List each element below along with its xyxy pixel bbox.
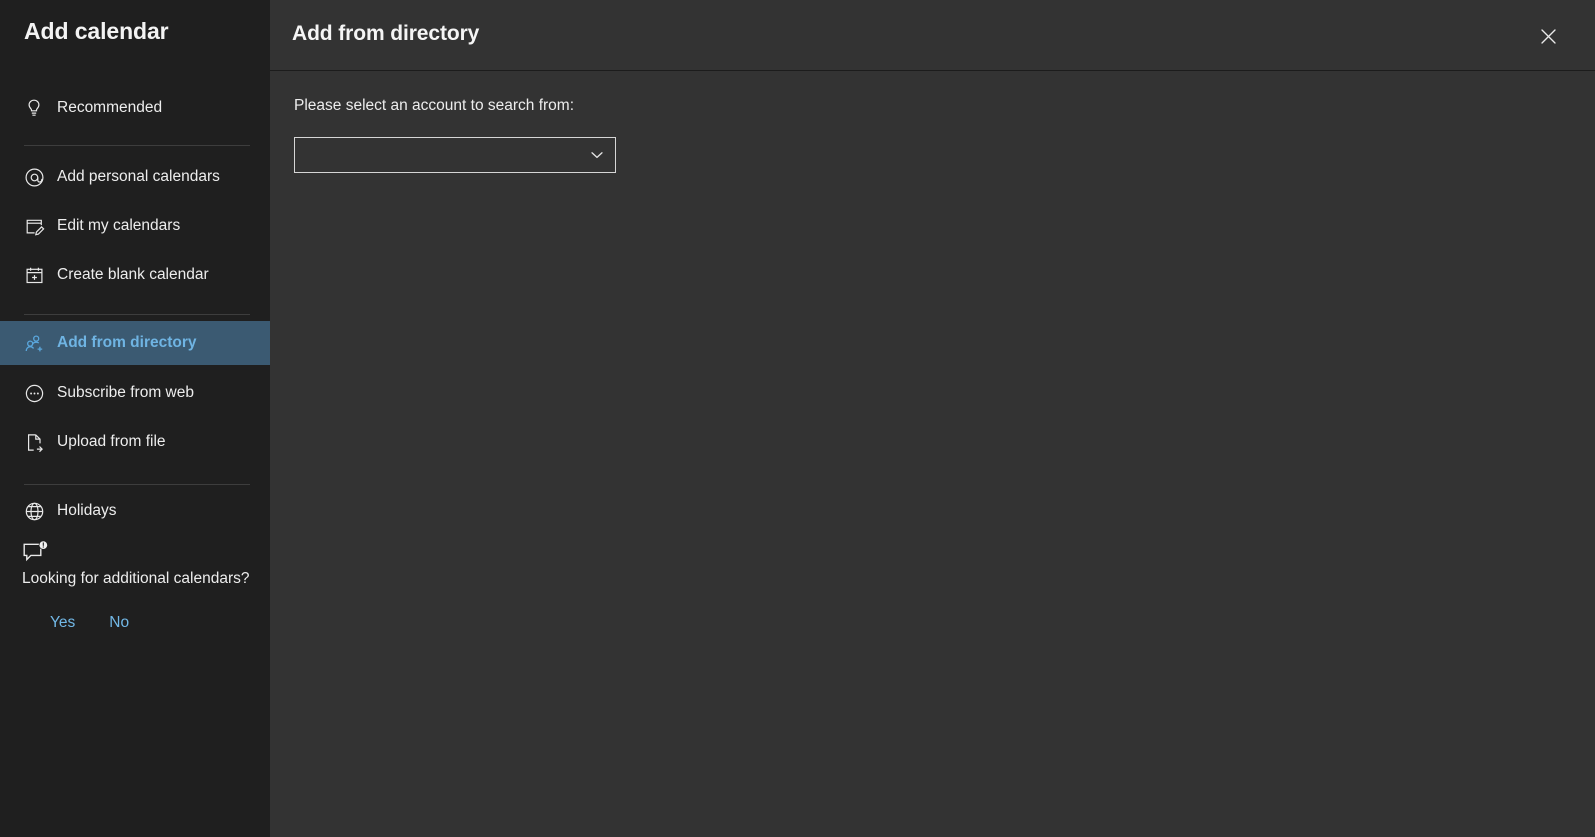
sidebar-title: Add calendar	[24, 18, 169, 44]
sidebar-item-label: Subscribe from web	[57, 384, 194, 402]
globe-icon	[22, 499, 46, 523]
sidebar-item-add-personal-calendars[interactable]: Add personal calendars	[0, 155, 270, 199]
add-calendar-dialog: Add calendar Recommended Add personal ca…	[0, 0, 1595, 837]
main-header: Add from directory	[270, 0, 1595, 71]
sidebar-item-label: Upload from file	[57, 433, 166, 451]
close-icon[interactable]	[1531, 19, 1565, 53]
feedback-no-link[interactable]: No	[109, 614, 129, 632]
feedback-bubble-icon	[22, 540, 50, 566]
sidebar-item-add-from-directory[interactable]: Add from directory	[0, 321, 270, 365]
feedback-yes-link[interactable]: Yes	[50, 614, 75, 632]
main-panel: Add from directory Please select an acco…	[270, 0, 1595, 837]
calendar-plus-icon	[22, 263, 46, 287]
account-select-label: Please select an account to search from:	[294, 97, 575, 114]
feedback-prompt: Looking for additional calendars?	[22, 570, 250, 587]
sidebar-item-subscribe-from-web[interactable]: Subscribe from web	[0, 371, 270, 415]
sidebar-divider	[24, 314, 250, 315]
sidebar-item-create-blank-calendar[interactable]: Create blank calendar	[0, 253, 270, 297]
subscribe-web-icon	[22, 381, 46, 405]
sidebar-item-edit-my-calendars[interactable]: Edit my calendars	[0, 204, 270, 248]
sidebar-item-holidays[interactable]: Holidays	[0, 489, 270, 533]
page-title: Add from directory	[292, 22, 480, 45]
sidebar-item-label: Create blank calendar	[57, 266, 209, 284]
sidebar-item-label: Holidays	[57, 502, 117, 520]
sidebar-item-recommended[interactable]: Recommended	[0, 86, 270, 130]
feedback-actions: Yes No	[22, 614, 254, 632]
chevron-down-icon	[579, 147, 615, 163]
lightbulb-icon	[22, 96, 46, 120]
at-sign-icon	[22, 165, 46, 189]
sidebar-divider	[24, 145, 250, 146]
add-person-icon	[22, 331, 46, 355]
sidebar: Add calendar Recommended Add personal ca…	[0, 0, 270, 837]
sidebar-item-label: Add personal calendars	[57, 168, 220, 186]
sidebar-item-label: Add from directory	[57, 334, 197, 352]
account-select[interactable]	[294, 137, 616, 173]
sidebar-item-label: Recommended	[57, 99, 163, 117]
sidebar-divider	[24, 484, 250, 485]
upload-file-icon	[22, 430, 46, 454]
edit-calendar-icon	[22, 214, 46, 238]
sidebar-item-upload-from-file[interactable]: Upload from file	[0, 420, 270, 464]
sidebar-item-label: Edit my calendars	[57, 217, 181, 235]
